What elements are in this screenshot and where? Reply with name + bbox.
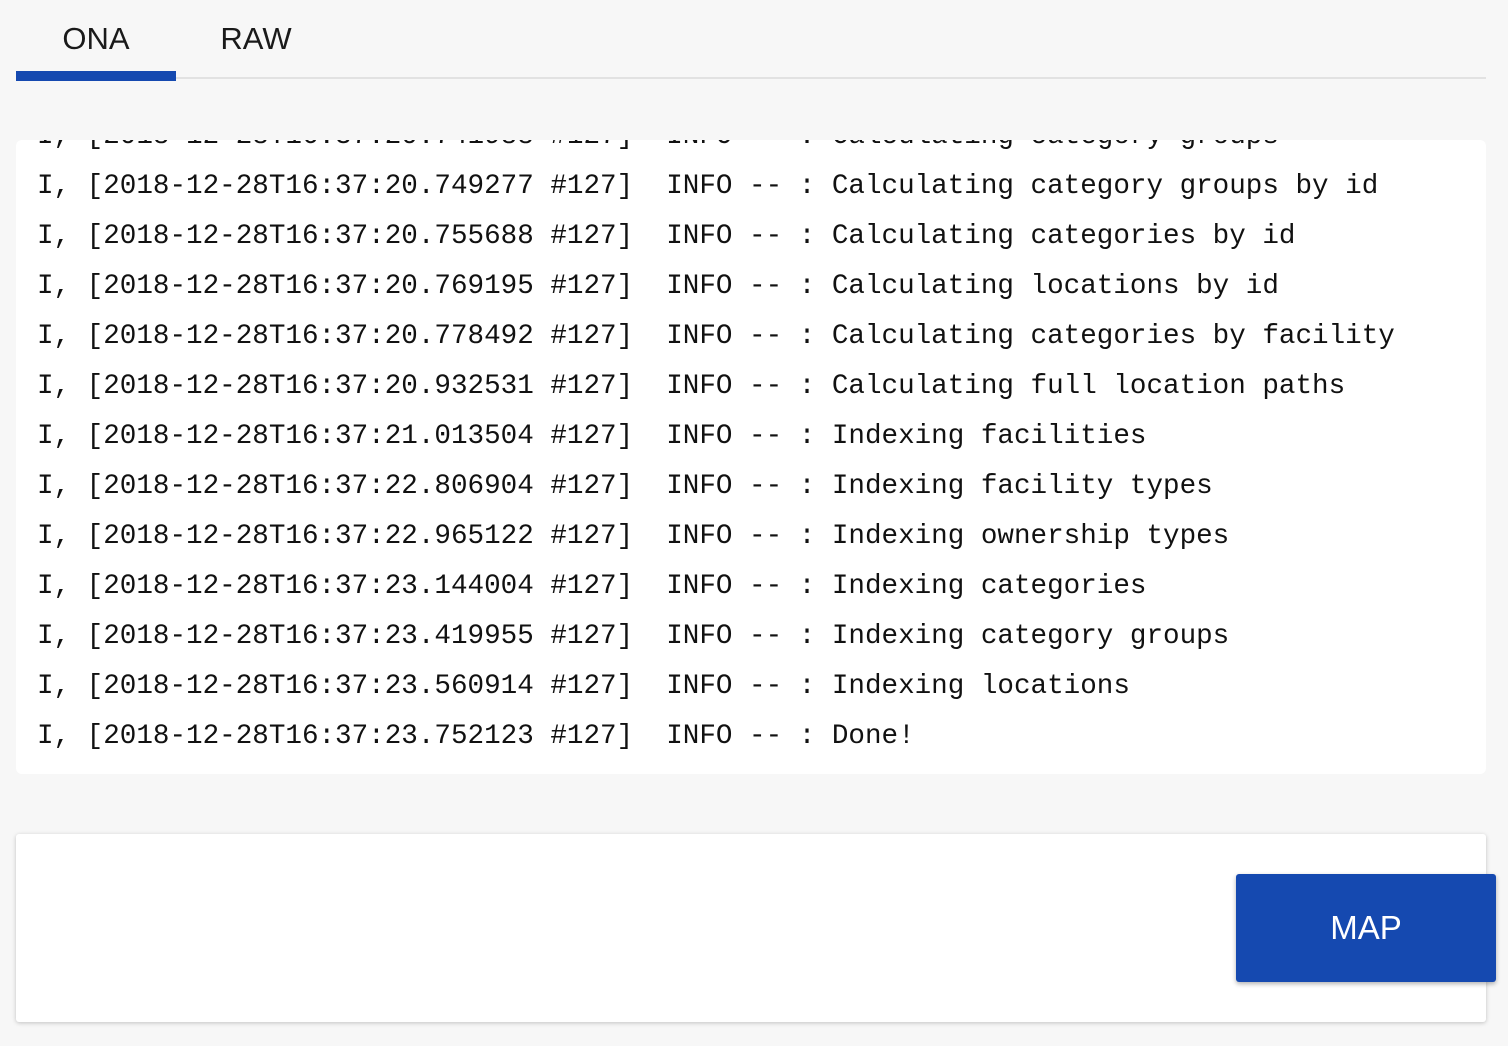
log-line: I, [2018-12-28T16:37:22.965122 #127] INF… [37,521,1230,552]
log-line-partial: I, [2018-12-28T16:37:20.741988 #127] INF… [37,140,1486,162]
log-line: I, [2018-12-28T16:37:21.013504 #127] INF… [37,421,1147,452]
log-line: I, [2018-12-28T16:37:20.769195 #127] INF… [37,271,1279,302]
log-line: I, [2018-12-28T16:37:22.806904 #127] INF… [37,471,1213,502]
map-button[interactable]: MAP [1236,874,1496,982]
log-output-panel[interactable]: I, [2018-12-28T16:37:20.741988 #127] INF… [16,140,1486,774]
tab-ona-label: ONA [62,20,130,56]
log-line: I, [2018-12-28T16:37:20.778492 #127] INF… [37,321,1395,352]
log-line: I, [2018-12-28T16:37:20.749277 #127] INF… [37,171,1379,202]
log-line: I, [2018-12-28T16:37:20.932531 #127] INF… [37,371,1346,402]
active-tab-indicator [16,71,176,81]
tab-ona[interactable]: ONA [16,0,176,81]
log-line: I, [2018-12-28T16:37:23.560914 #127] INF… [37,671,1130,702]
log-line: I, [2018-12-28T16:37:23.752123 #127] INF… [37,721,915,752]
tab-raw[interactable]: RAW [176,0,336,79]
tab-bar: ONA RAW [16,0,1486,81]
log-line: I, [2018-12-28T16:37:20.755688 #127] INF… [37,221,1296,252]
page: ONA RAW I, [2018-12-28T16:37:20.741988 #… [0,0,1508,1046]
log-scroll-content: I, [2018-12-28T16:37:20.741988 #127] INF… [16,140,1486,762]
log-line: I, [2018-12-28T16:37:23.419955 #127] INF… [37,621,1230,652]
tab-raw-label: RAW [220,20,292,56]
log-line: I, [2018-12-28T16:37:23.144004 #127] INF… [37,571,1147,602]
